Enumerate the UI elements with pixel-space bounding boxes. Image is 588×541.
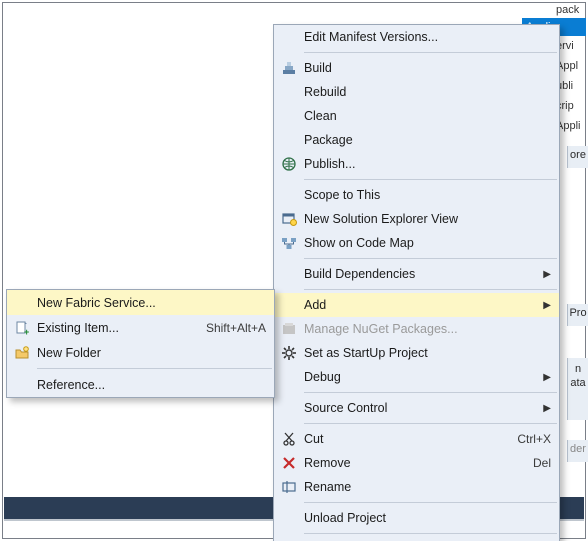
side-tab[interactable]: Pro — [567, 304, 588, 326]
menu-item-label: Edit Manifest Versions... — [304, 30, 551, 44]
menu-item-codemap[interactable]: Show on Code Map — [274, 231, 559, 255]
menu-item-builddep[interactable]: Build Dependencies▶ — [274, 262, 559, 286]
menu-item-rename[interactable]: Rename — [274, 475, 559, 499]
menu-item-new-sln[interactable]: New Solution Explorer View — [274, 207, 559, 231]
cut-icon — [274, 431, 304, 447]
add-submenu: New Fabric Service... Existing Item...Shi… — [6, 289, 275, 398]
menu-item-add[interactable]: Add▶ — [274, 293, 559, 317]
menu-item-edit-manifest[interactable]: Edit Manifest Versions... — [274, 25, 559, 49]
menu-item-new-fabric[interactable]: New Fabric Service... — [7, 290, 274, 315]
existing-icon — [7, 320, 37, 336]
menu-item-shortcut: Ctrl+X — [507, 432, 551, 446]
newfolder-icon — [7, 345, 37, 361]
menu-item-existing-item[interactable]: Existing Item...Shift+Alt+A — [7, 315, 274, 340]
menu-separator — [304, 533, 557, 534]
publish-icon — [274, 156, 304, 172]
menu-item-label: New Fabric Service... — [37, 296, 266, 310]
menu-item-label: Reference... — [37, 378, 266, 392]
menu-item-label: Add — [304, 298, 539, 312]
menu-item-openfld[interactable]: Open Folder in File Explorer — [274, 537, 559, 541]
side-tab[interactable]: der — [567, 440, 588, 462]
side-tab[interactable]: n ata — [567, 358, 588, 420]
menu-separator — [304, 423, 557, 424]
menu-separator — [304, 179, 557, 180]
menu-item-reference[interactable]: Reference... — [7, 372, 274, 397]
menu-item-clean[interactable]: Clean — [274, 104, 559, 128]
menu-item-remove[interactable]: RemoveDel — [274, 451, 559, 475]
menu-item-publish[interactable]: Publish... — [274, 152, 559, 176]
menu-item-label: Cut — [304, 432, 507, 446]
menu-item-label: Source Control — [304, 401, 539, 415]
menu-item-label: Package — [304, 133, 551, 147]
newview-icon — [274, 211, 304, 227]
menu-item-build[interactable]: Build — [274, 56, 559, 80]
menu-separator — [304, 289, 557, 290]
context-menu: Edit Manifest Versions... Build Rebuild Cle… — [273, 24, 560, 541]
menu-item-srcctrl[interactable]: Source Control▶ — [274, 396, 559, 420]
menu-item-label: Set as StartUp Project — [304, 346, 551, 360]
menu-item-scope[interactable]: Scope to This — [274, 183, 559, 207]
menu-item-label: Remove — [304, 456, 523, 470]
menu-item-startup[interactable]: Set as StartUp Project — [274, 341, 559, 365]
menu-separator — [304, 392, 557, 393]
menu-item-label: Debug — [304, 370, 539, 384]
menu-item-package[interactable]: Package — [274, 128, 559, 152]
menu-item-label: Rename — [304, 480, 551, 494]
submenu-arrow-icon: ▶ — [539, 300, 551, 311]
menu-item-shortcut: Del — [523, 456, 551, 470]
menu-item-label: Build Dependencies — [304, 267, 539, 281]
menu-item-label: Show on Code Map — [304, 236, 551, 250]
gear-icon — [274, 345, 304, 361]
menu-separator — [304, 258, 557, 259]
menu-item-label: Rebuild — [304, 85, 551, 99]
build-icon — [274, 60, 304, 76]
menu-item-label: Scope to This — [304, 188, 551, 202]
nuget-icon — [274, 321, 304, 337]
menu-separator — [304, 52, 557, 53]
menu-item-unload[interactable]: Unload Project — [274, 506, 559, 530]
menu-item-label: Build — [304, 61, 551, 75]
remove-icon — [274, 455, 304, 471]
menu-item-label: Unload Project — [304, 511, 551, 525]
menu-item-label: Manage NuGet Packages... — [304, 322, 551, 336]
menu-item-cut[interactable]: CutCtrl+X — [274, 427, 559, 451]
menu-item-debug[interactable]: Debug▶ — [274, 365, 559, 389]
submenu-arrow-icon: ▶ — [539, 269, 551, 280]
menu-item-nuget: Manage NuGet Packages... — [274, 317, 559, 341]
menu-item-label: Publish... — [304, 157, 551, 171]
menu-item-new-folder[interactable]: New Folder — [7, 340, 274, 365]
submenu-arrow-icon: ▶ — [539, 403, 551, 414]
menu-item-label: New Solution Explorer View — [304, 212, 551, 226]
rename-icon — [274, 479, 304, 495]
menu-item-rebuild[interactable]: Rebuild — [274, 80, 559, 104]
menu-separator — [304, 502, 557, 503]
menu-separator — [37, 368, 272, 369]
menu-item-label: Clean — [304, 109, 551, 123]
menu-item-label: Existing Item... — [37, 321, 196, 335]
codemap-icon — [274, 235, 304, 251]
menu-item-shortcut: Shift+Alt+A — [196, 321, 266, 335]
background-tree-fragment: pack — [556, 0, 582, 20]
submenu-arrow-icon: ▶ — [539, 372, 551, 383]
side-tab[interactable]: ore — [567, 146, 588, 168]
menu-item-label: New Folder — [37, 346, 266, 360]
